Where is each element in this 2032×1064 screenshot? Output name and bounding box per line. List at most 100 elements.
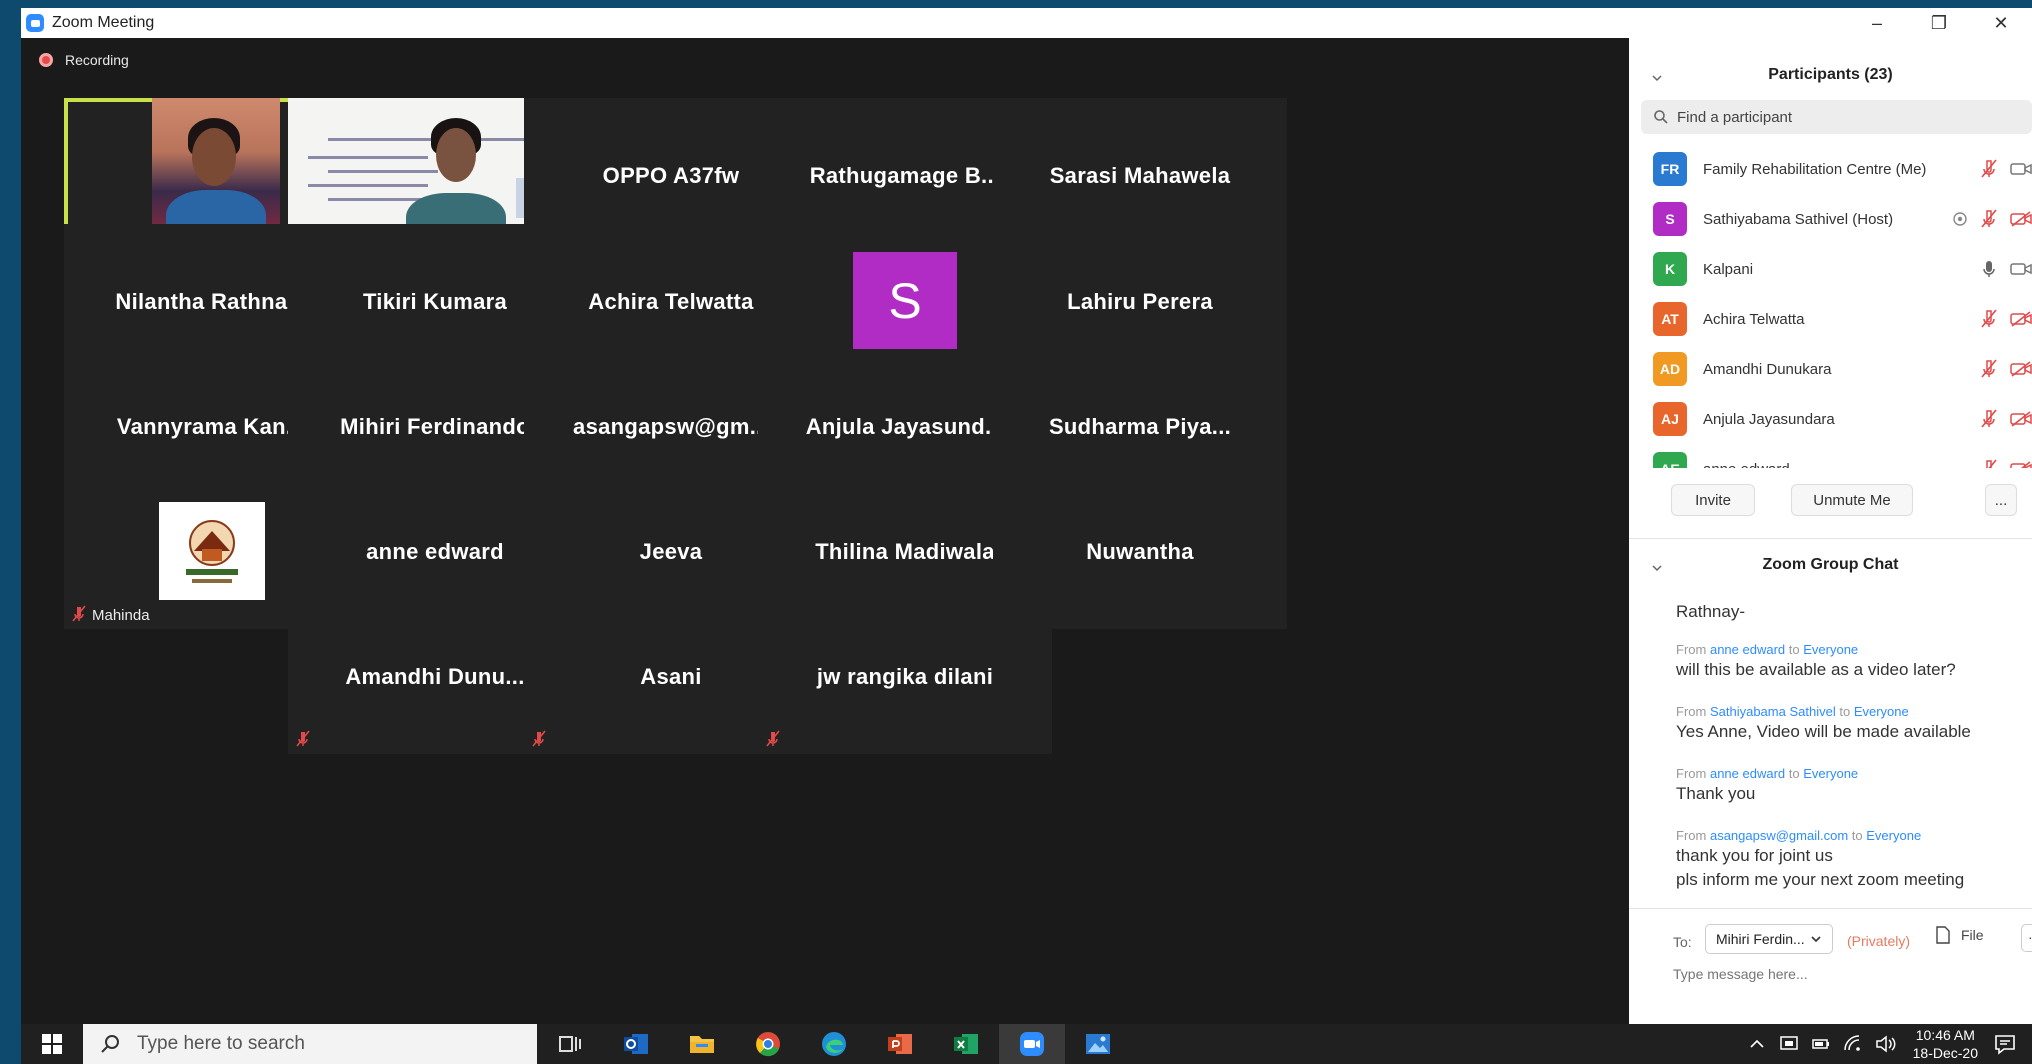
video-off-icon[interactable]	[2010, 461, 2032, 468]
recording-indicator[interactable]: Recording	[39, 52, 129, 68]
participants-more-button[interactable]: ...	[1985, 484, 2017, 516]
outlook-icon	[624, 1034, 648, 1054]
chat-sender[interactable]: anne edward	[1710, 642, 1785, 657]
video-off-icon[interactable]	[2010, 411, 2032, 427]
taskbar-search-placeholder: Type here to search	[137, 1033, 305, 1054]
taskbar-excel[interactable]	[933, 1024, 999, 1064]
video-tile[interactable]: jw rangika dilani	[758, 599, 1052, 754]
participant-search-input[interactable]: Find a participant	[1677, 109, 1792, 126]
taskbar-date: 18-Dec-20	[1912, 1045, 1978, 1061]
participant-row[interactable]: AD Amandhi Dunukara	[1629, 344, 2032, 394]
restore-button[interactable]: ❐	[1908, 8, 1970, 38]
muted-mic-icon	[532, 730, 546, 748]
participant-row[interactable]: FR Family Rehabilitation Centre (Me)	[1629, 144, 2032, 194]
participant-avatar: S	[1653, 202, 1687, 236]
search-icon	[1654, 110, 1668, 124]
chat-message-text: Thank you	[1676, 784, 1756, 803]
windows-logo-icon	[42, 1034, 62, 1054]
side-panel: Participants (23) Find a participant FR F…	[1629, 38, 2032, 1024]
mic-muted-icon[interactable]	[1980, 459, 1998, 468]
chat-recipient[interactable]: Everyone	[1854, 704, 1909, 719]
taskbar-photos[interactable]	[1065, 1024, 1131, 1064]
chat-message-input[interactable]	[1673, 966, 2013, 982]
video-off-icon[interactable]	[2010, 361, 2032, 377]
video-off-icon[interactable]	[2010, 311, 2032, 327]
mic-muted-icon[interactable]	[1980, 209, 1998, 229]
participant-label: Mahinda	[92, 607, 150, 624]
participant-row[interactable]: AE anne edward	[1629, 444, 2032, 468]
chat-title: Zoom Group Chat	[1762, 556, 1899, 573]
mic-muted-icon[interactable]	[1980, 359, 1998, 379]
chat-sender[interactable]: anne edward	[1710, 766, 1785, 781]
participant-row[interactable]: S Sathiyabama Sathivel (Host)	[1629, 194, 2032, 244]
participant-avatar: FR	[1653, 152, 1687, 186]
taskbar-file-explorer[interactable]	[669, 1024, 735, 1064]
chat-sender[interactable]: asangapsw@gmail.com	[1710, 828, 1848, 843]
participant-avatar: AT	[1653, 302, 1687, 336]
mic-muted-icon[interactable]	[1980, 409, 1998, 429]
chat-recipient[interactable]: Everyone	[1803, 642, 1858, 657]
participant-row-name: anne edward	[1703, 461, 1790, 469]
chat-sender[interactable]: Sathiyabama Sathivel	[1710, 704, 1836, 719]
video-camera-icon[interactable]	[2010, 261, 2032, 277]
participant-row[interactable]: AT Achira Telwatta	[1629, 294, 2032, 344]
zoom-logo-icon	[26, 14, 44, 32]
unmute-me-button[interactable]: Unmute Me	[1791, 484, 1913, 516]
participant-avatar: AE	[1653, 452, 1687, 468]
chat-file-button[interactable]: File	[1935, 926, 1984, 944]
video-off-icon[interactable]	[2010, 211, 2032, 227]
invite-button[interactable]: Invite	[1671, 484, 1755, 516]
chat-footer-divider	[1629, 908, 2032, 909]
chat-message-text: thank you for joint us	[1676, 846, 1833, 865]
volume-icon[interactable]	[1875, 1035, 1897, 1053]
panel-divider	[1629, 538, 2032, 539]
notifications-icon[interactable]	[1994, 1033, 2016, 1055]
task-view-button[interactable]	[537, 1024, 603, 1064]
taskbar-search[interactable]: Type here to search	[83, 1024, 537, 1064]
start-button[interactable]	[21, 1024, 83, 1064]
participant-row[interactable]: AJ Anjula Jayasundara	[1629, 394, 2032, 444]
chrome-icon	[756, 1032, 780, 1057]
window-title: Zoom Meeting	[52, 14, 155, 31]
chat-message-header: From anne edward to Everyone	[1676, 642, 1859, 657]
battery-icon[interactable]	[1811, 1036, 1831, 1052]
chat-to-label: To:	[1673, 934, 1692, 950]
taskbar-powerpoint[interactable]	[867, 1024, 933, 1064]
participant-row[interactable]: K Kalpani	[1629, 244, 2032, 294]
taskbar-time: 10:46 AM	[1915, 1027, 1975, 1043]
file-icon	[1936, 926, 1950, 944]
chat-privately-label: (Privately)	[1847, 933, 1911, 949]
participant-list: FR Family Rehabilitation Centre (Me) S Sath…	[1629, 144, 2032, 468]
chat-partial-message: Rathnay-	[1676, 602, 1745, 621]
mic-muted-icon[interactable]	[1980, 159, 1998, 179]
taskbar-chrome[interactable]	[735, 1024, 801, 1064]
participant-avatar: AJ	[1653, 402, 1687, 436]
video-camera-icon[interactable]	[2010, 161, 2032, 177]
chat-recipient-value: Mihiri Ferdin...	[1716, 931, 1805, 947]
chat-recipient[interactable]: Everyone	[1803, 766, 1858, 781]
task-view-icon	[559, 1036, 581, 1052]
video-gallery: KalpaniFamily Rehabilitation ...OPPO A37…	[21, 38, 1629, 1024]
chat-more-button[interactable]: ···	[2021, 924, 2032, 952]
taskbar-clock[interactable]: 10:46 AM 18-Dec-20	[1913, 1026, 1978, 1062]
minimize-button[interactable]: –	[1846, 8, 1908, 38]
close-button[interactable]: ✕	[1970, 8, 2032, 38]
mic-muted-icon[interactable]	[1980, 309, 1998, 329]
excel-icon	[954, 1034, 978, 1054]
chat-file-label: File	[1961, 927, 1984, 943]
mic-icon[interactable]	[1980, 259, 1998, 279]
taskbar-edge[interactable]	[801, 1024, 867, 1064]
chat-recipient[interactable]: Everyone	[1866, 828, 1921, 843]
search-icon	[101, 1035, 119, 1053]
taskbar-zoom[interactable]	[999, 1024, 1065, 1064]
participant-row-name: Kalpani	[1703, 260, 1754, 278]
chat-recipient-select[interactable]: Mihiri Ferdin...	[1705, 924, 1833, 954]
wifi-icon[interactable]	[1843, 1035, 1863, 1053]
chevron-up-icon[interactable]	[1749, 1038, 1765, 1050]
participant-name: jw rangika dilani	[816, 663, 994, 689]
network-adapter-icon[interactable]	[1779, 1035, 1799, 1053]
recording-label: Recording	[65, 52, 129, 68]
participant-search[interactable]: Find a participant	[1641, 100, 2032, 134]
photos-icon	[1086, 1034, 1110, 1054]
taskbar-outlook[interactable]	[603, 1024, 669, 1064]
